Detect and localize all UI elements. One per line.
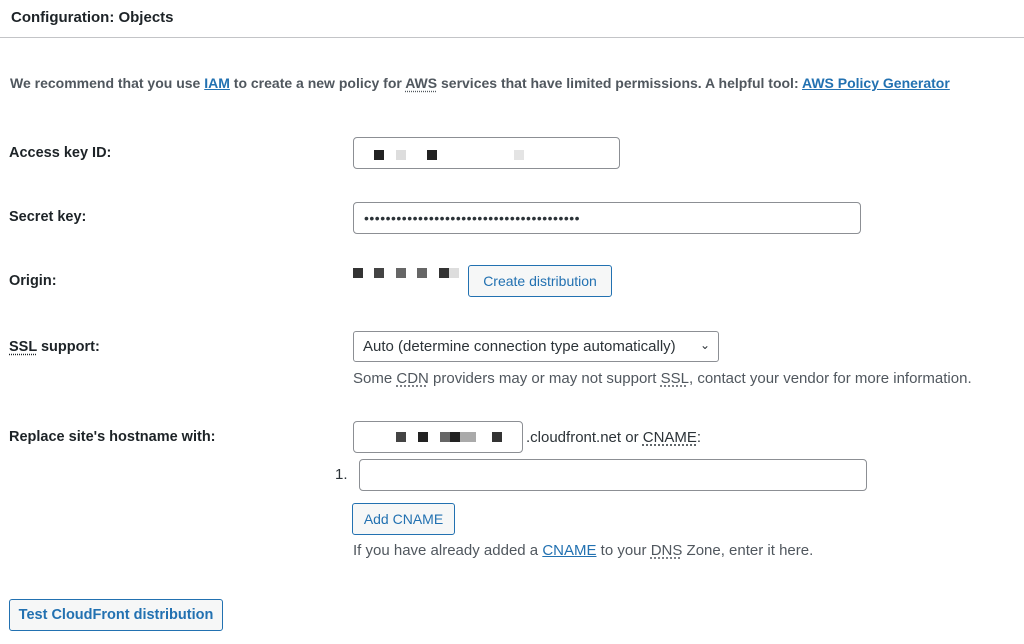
aws-policy-generator-link[interactable]: AWS Policy Generator: [802, 75, 950, 91]
test-cloudfront-button[interactable]: Test CloudFront distribution: [9, 599, 223, 631]
cname-link[interactable]: CNAME: [542, 542, 596, 559]
redacted-block: [450, 432, 460, 442]
page-title: Configuration: Objects: [11, 9, 174, 26]
access-key-label: Access key ID:: [9, 145, 112, 161]
cname-help-text: If you have already added a CNAME to you…: [353, 542, 814, 559]
redacted-block: [427, 150, 437, 160]
redacted-block: [417, 268, 427, 278]
ssl-support-label: SSL support:: [9, 339, 100, 355]
cname-index: 1.: [335, 466, 348, 483]
redacted-block: [418, 432, 428, 442]
section-header: Configuration: Objects: [0, 0, 1024, 38]
intro-text: We recommend that you use IAM to create …: [10, 75, 950, 91]
hostname-input[interactable]: [353, 421, 523, 453]
redacted-block: [353, 268, 363, 278]
redacted-block: [460, 432, 476, 442]
origin-label: Origin:: [9, 273, 57, 289]
redacted-block: [396, 268, 406, 278]
create-distribution-button[interactable]: Create distribution: [468, 265, 612, 297]
iam-link[interactable]: IAM: [204, 75, 230, 91]
redacted-block: [396, 432, 406, 442]
redacted-block: [440, 432, 450, 442]
redacted-block: [374, 150, 384, 160]
access-key-input[interactable]: [353, 137, 620, 169]
hostname-suffix: .cloudfront.net or CNAME:: [526, 429, 702, 446]
redacted-block: [396, 150, 406, 160]
aws-abbr: AWS: [405, 75, 438, 91]
redacted-block: [374, 268, 384, 278]
add-cname-button[interactable]: Add CNAME: [352, 503, 455, 535]
hostname-label: Replace site's hostname with:: [9, 429, 216, 445]
secret-key-input[interactable]: ••••••••••••••••••••••••••••••••••••••••: [353, 202, 861, 234]
redacted-block: [514, 150, 524, 160]
redacted-block: [439, 268, 449, 278]
cname-input[interactable]: [359, 459, 867, 491]
ssl-support-select[interactable]: Auto (determine connection type automati…: [353, 331, 719, 362]
ssl-description: Some CDN providers may or may not suppor…: [353, 370, 972, 387]
redacted-block: [449, 268, 459, 278]
secret-key-label: Secret key:: [9, 209, 87, 225]
secret-key-value: ••••••••••••••••••••••••••••••••••••••••: [364, 210, 581, 226]
redacted-block: [492, 432, 502, 442]
chevron-down-icon: ⌄: [699, 338, 710, 352]
